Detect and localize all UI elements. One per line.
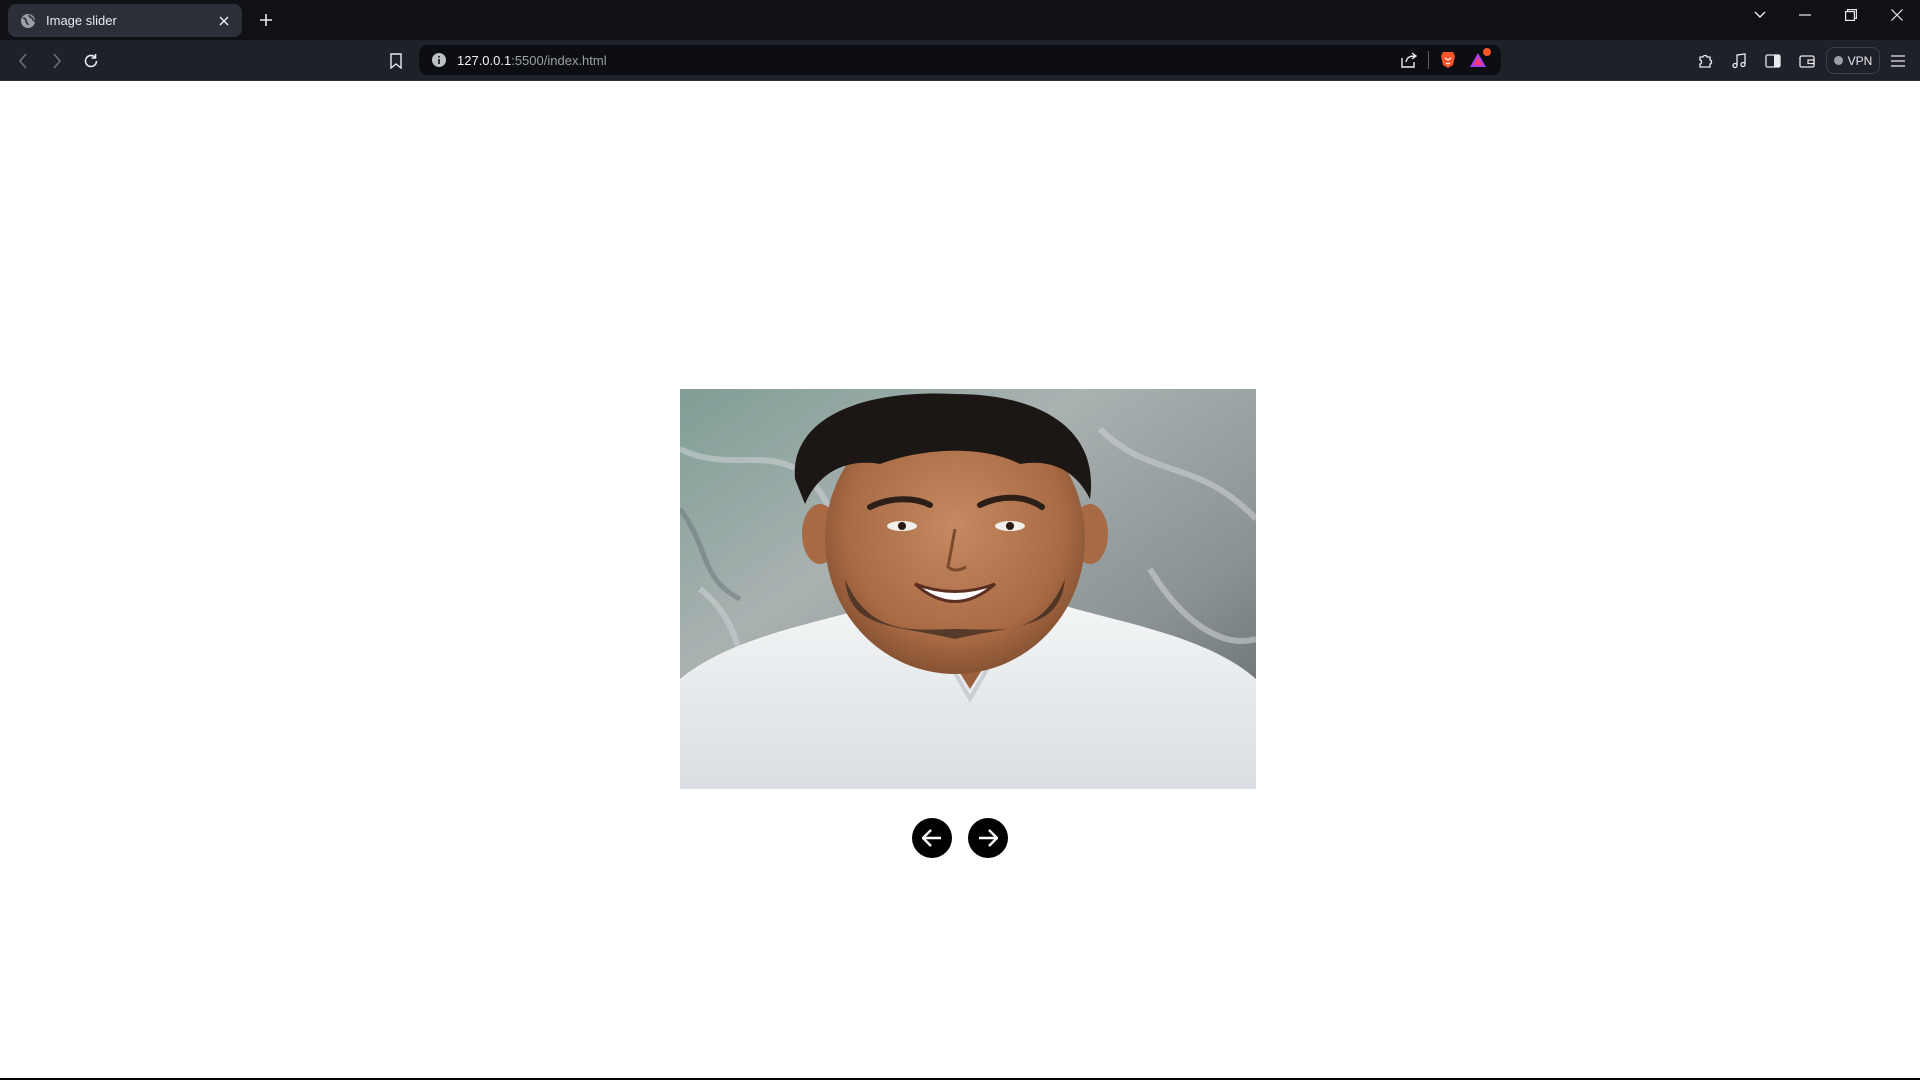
share-button[interactable] [1394, 48, 1424, 72]
tab-search-button[interactable] [1742, 3, 1778, 27]
share-icon [1401, 52, 1418, 68]
url-path: :5500/index.html [511, 52, 607, 68]
url-text[interactable]: 127.0.0.1:5500/index.html [457, 53, 1394, 68]
close-window-button[interactable] [1874, 0, 1920, 30]
minimize-icon [1799, 14, 1811, 16]
arrow-left-icon [922, 829, 941, 847]
vpn-button[interactable]: VPN [1826, 47, 1880, 74]
reload-icon [84, 54, 98, 68]
wallet-icon [1799, 55, 1815, 68]
chevron-right-icon [53, 53, 62, 69]
menu-button[interactable] [1884, 47, 1912, 75]
next-slide-button[interactable] [968, 818, 1008, 858]
hamburger-menu-icon [1891, 55, 1905, 67]
plus-icon [260, 14, 272, 26]
brave-lion-icon [1441, 52, 1455, 68]
sidebar-icon [1765, 54, 1781, 68]
prev-slide-button[interactable] [912, 818, 952, 858]
extensions-button[interactable] [1691, 47, 1719, 75]
chevron-left-icon [18, 53, 27, 69]
close-icon [1891, 9, 1903, 21]
browser-tab[interactable]: Image slider [8, 4, 242, 37]
chevron-down-icon [1754, 11, 1766, 18]
new-tab-button[interactable] [254, 8, 278, 32]
brave-shields-button[interactable] [1433, 48, 1463, 72]
slider-image [680, 389, 1256, 789]
media-button[interactable] [1725, 47, 1753, 75]
window-controls [1782, 0, 1920, 30]
reload-button[interactable] [77, 47, 105, 75]
vpn-label: VPN [1847, 53, 1873, 68]
site-info-icon[interactable] [431, 52, 447, 68]
forward-button[interactable] [43, 47, 71, 75]
back-button[interactable] [9, 47, 37, 75]
music-note-icon [1732, 53, 1746, 69]
minimize-button[interactable] [1782, 0, 1828, 30]
restore-icon [1845, 9, 1857, 21]
sidebar-button[interactable] [1759, 47, 1787, 75]
puzzle-icon [1699, 54, 1713, 68]
address-bar[interactable]: 127.0.0.1:5500/index.html [419, 45, 1501, 75]
wallet-button[interactable] [1793, 47, 1821, 75]
slider-controls [912, 818, 1008, 858]
brave-rewards-button[interactable] [1463, 47, 1493, 72]
close-tab-icon[interactable] [214, 11, 234, 31]
notification-badge [1482, 47, 1492, 57]
page-viewport [0, 81, 1920, 1080]
bookmark-button[interactable] [382, 47, 410, 75]
url-host: 127.0.0.1 [457, 52, 512, 68]
restore-button[interactable] [1828, 0, 1874, 30]
globe-icon [20, 13, 36, 29]
address-bar-actions [1394, 47, 1493, 72]
bookmark-icon [390, 53, 402, 69]
vpn-status-icon [1833, 56, 1843, 65]
portrait-photo [680, 389, 1256, 789]
tab-title: Image slider [46, 13, 117, 28]
arrow-right-icon [979, 829, 998, 847]
separator [1428, 51, 1429, 69]
tab-strip: Image slider [0, 0, 1920, 40]
browser-toolbar: 127.0.0.1:5500/index.html VPN [0, 40, 1920, 81]
